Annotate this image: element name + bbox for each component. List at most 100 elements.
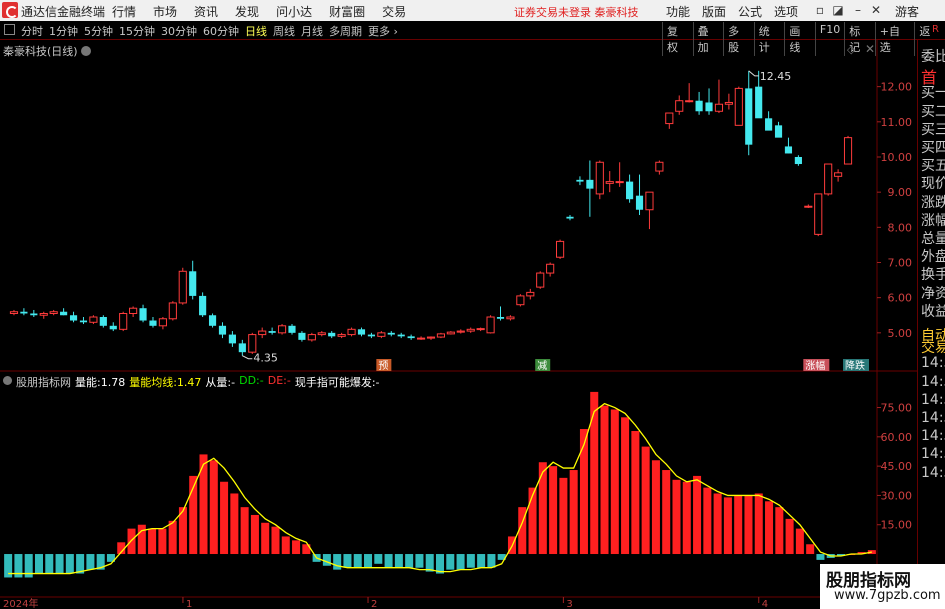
volume-bar	[744, 495, 753, 555]
indicator-tick-label: 45.00	[881, 460, 913, 473]
candle-body	[317, 332, 326, 336]
side-panel-item: 买一	[921, 85, 945, 102]
candle	[765, 111, 773, 131]
candle	[486, 315, 495, 334]
candle-body	[665, 112, 674, 125]
candle-body	[30, 313, 38, 316]
candle	[238, 339, 246, 356]
volume-bar	[816, 554, 825, 560]
side-panel-item: 涨跌	[921, 194, 945, 211]
indicator-tick-label: 15.00	[881, 519, 913, 532]
candle	[645, 191, 654, 230]
candle-body	[99, 317, 107, 326]
candle	[189, 260, 197, 300]
volume-bar	[55, 554, 64, 574]
candle-body	[755, 86, 763, 119]
time-tick-label: 2	[371, 599, 377, 609]
candle	[705, 88, 713, 115]
candle-body	[397, 334, 405, 337]
volume-bar	[651, 460, 660, 555]
indicator-tick-label: 30.00	[881, 489, 913, 502]
indicator-name[interactable]: 股朋指标网	[16, 374, 71, 390]
volume-bar	[34, 554, 43, 574]
candle-body	[228, 334, 236, 344]
candle-body	[168, 302, 177, 320]
candle-body	[843, 137, 853, 165]
high-marker	[748, 70, 759, 77]
candle	[605, 171, 614, 193]
candle	[288, 324, 296, 335]
volume-bar	[148, 528, 157, 555]
candle	[199, 292, 207, 318]
candle	[149, 317, 157, 328]
candle-body	[506, 316, 515, 320]
candle-body	[784, 146, 793, 154]
candle-body	[199, 295, 207, 316]
volume-bar	[806, 544, 815, 555]
volume-bar	[271, 526, 280, 555]
candle	[745, 70, 753, 156]
volume-bar	[785, 518, 794, 555]
candle	[69, 311, 78, 323]
candle	[426, 336, 436, 340]
candle-body	[277, 325, 287, 334]
candle	[258, 327, 267, 339]
candle-body	[416, 337, 426, 340]
side-panel-item: 14:56	[921, 428, 945, 445]
candle	[665, 112, 674, 129]
candle-body	[357, 329, 366, 335]
candle	[436, 332, 446, 339]
volume-bar	[240, 507, 249, 555]
side-panel-item: 换手	[921, 267, 945, 284]
volume-bar	[579, 429, 588, 555]
candle-body	[476, 328, 485, 331]
indicator-options-icon[interactable]	[3, 376, 12, 385]
candle	[843, 135, 853, 165]
candle-body	[208, 315, 217, 326]
side-panel-item: 买三	[921, 121, 945, 138]
volume-bar	[168, 520, 177, 555]
candle-body	[486, 316, 495, 334]
candle	[834, 169, 843, 182]
volume-bar	[641, 446, 650, 555]
candle-body	[238, 343, 246, 353]
candle-body	[466, 328, 475, 332]
candle	[506, 315, 515, 321]
candle-body	[586, 179, 594, 189]
volume-bar	[405, 554, 414, 568]
candle-body	[248, 334, 257, 353]
volume-bar	[662, 470, 671, 555]
high-price-label: 12.45	[760, 70, 792, 83]
volume-bar	[775, 507, 784, 555]
volume-bar	[364, 554, 373, 568]
volume-bar	[703, 487, 712, 555]
side-panel-item: 买四	[921, 140, 945, 156]
indicator-field: 现手指可能爆发:-	[294, 376, 380, 389]
candle	[307, 332, 316, 342]
indicator-tick-label: 75.00	[881, 402, 913, 415]
volume-bar	[374, 554, 383, 564]
volume-bar	[446, 554, 455, 570]
volume-bar	[795, 528, 804, 555]
volume-bar	[559, 477, 568, 555]
side-panel-item: 委比	[921, 49, 945, 65]
candle-body	[189, 271, 197, 296]
volume-bar	[456, 554, 465, 570]
volume-bar	[384, 554, 393, 568]
candle-body	[347, 328, 356, 336]
kline-chart[interactable]: 12.00 11.00 10.00 9.00 8.00 7.00 6.00 5.00 75.00…	[0, 0, 917, 609]
price-tick-label: 10.00	[881, 151, 913, 164]
candle	[139, 304, 147, 323]
event-tag-label: 降跌	[845, 359, 865, 372]
candle	[158, 317, 167, 330]
quote-side-panel[interactable]: 委比首买一买二买三买四买五现价涨跌涨幅总量外盘换手净资收益自动交易14:5614…	[917, 40, 945, 609]
volume-bar	[538, 462, 547, 555]
side-panel-item: 买二	[921, 103, 945, 120]
candle	[724, 93, 733, 110]
candle-body	[526, 291, 535, 297]
candle	[49, 309, 58, 316]
candle	[367, 332, 375, 339]
volume-bar	[569, 470, 578, 555]
candle-body	[377, 332, 386, 337]
candle-body	[626, 181, 634, 200]
